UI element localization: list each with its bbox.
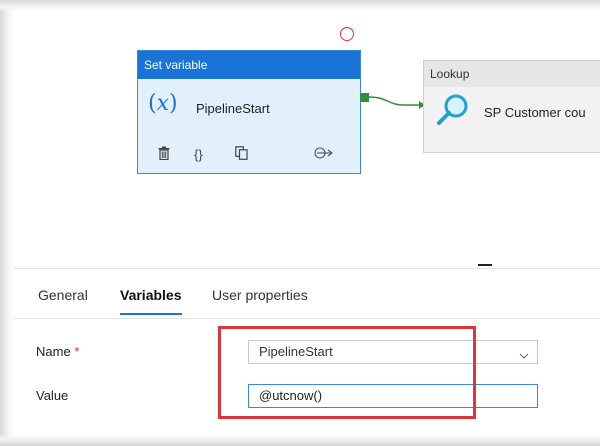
tab-general[interactable]: General	[38, 287, 88, 311]
name-label: Name *	[36, 344, 79, 359]
failure-output-icon[interactable]	[340, 27, 354, 41]
connector-arrow	[369, 96, 425, 109]
magnifier-icon	[436, 93, 472, 132]
tab-variables[interactable]: Variables	[120, 287, 182, 315]
set-variable-activity[interactable]: Set variable (x) PipelineStart {}	[137, 50, 361, 174]
tabs-divider	[14, 318, 600, 319]
activity-toolbar: {}	[138, 137, 360, 173]
frame-shadow-top	[0, 0, 600, 12]
activity-header: Lookup	[424, 61, 600, 87]
tab-user-properties[interactable]: User properties	[212, 287, 308, 311]
properties-panel: General Variables User properties Name *…	[14, 268, 600, 435]
variable-x-icon: (x)	[148, 91, 178, 116]
value-input-text: @utcnow()	[259, 388, 323, 403]
value-label: Value	[36, 388, 69, 403]
lookup-activity[interactable]: Lookup SP Customer cou	[423, 60, 600, 153]
variable-name-select[interactable]: PipelineStart	[248, 340, 538, 364]
delete-icon[interactable]	[158, 145, 170, 165]
app-frame: Set variable (x) PipelineStart {} Lookup…	[0, 0, 600, 446]
activity-name: SP Customer cou	[484, 105, 586, 120]
name-label-text: Name	[36, 344, 71, 359]
arrow-connect-icon[interactable]	[314, 145, 334, 165]
activity-header: Set variable	[138, 51, 360, 79]
code-braces-icon[interactable]: {}	[194, 145, 203, 165]
activity-body: (x) PipelineStart	[138, 79, 360, 139]
activity-name: PipelineStart	[196, 101, 270, 116]
success-port[interactable]	[360, 93, 369, 102]
chevron-down-icon	[519, 346, 529, 368]
copy-icon[interactable]	[235, 145, 248, 165]
variable-name-value: PipelineStart	[259, 344, 333, 359]
frame-shadow-bottom	[0, 434, 600, 446]
frame-shadow-left	[0, 0, 14, 446]
required-marker: *	[74, 344, 80, 359]
resize-handle[interactable]	[478, 264, 492, 266]
value-input[interactable]: @utcnow()	[248, 384, 538, 408]
